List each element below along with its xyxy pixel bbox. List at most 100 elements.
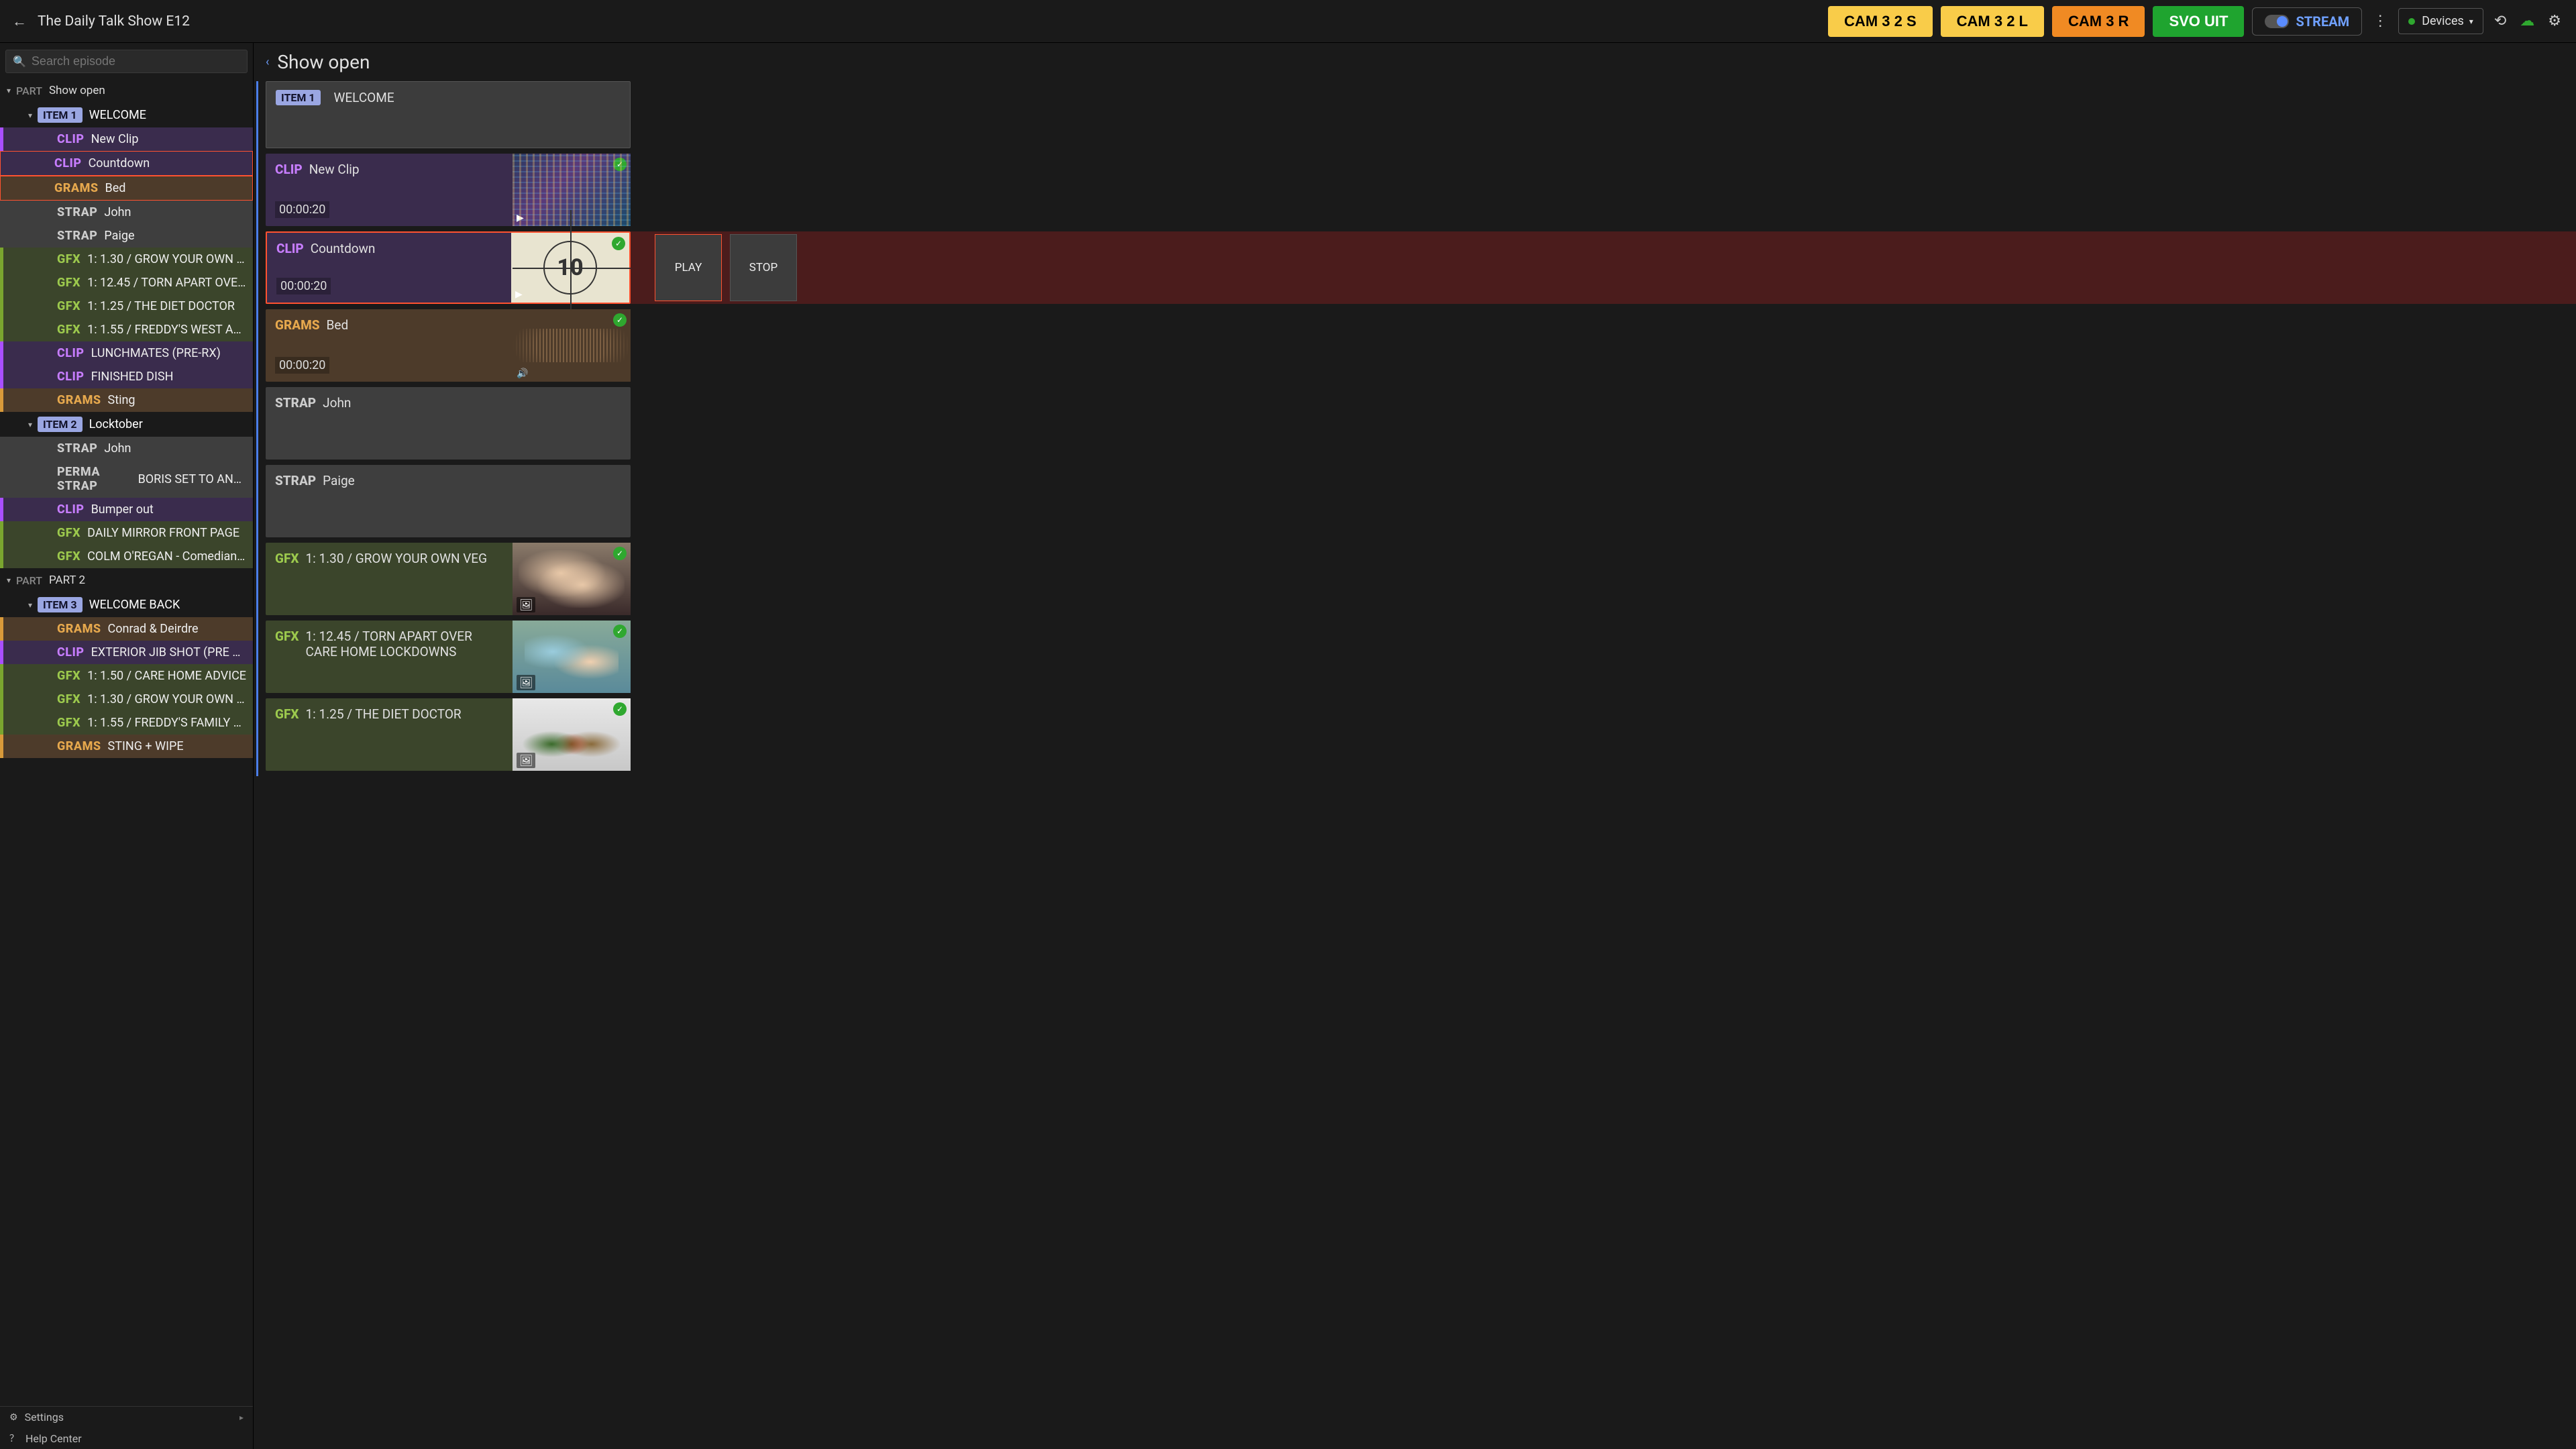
leaf-name: DAILY MIRROR FRONT PAGE xyxy=(87,526,239,540)
caret-down-icon[interactable]: ▾ xyxy=(28,420,32,429)
image-icon: 🖼 xyxy=(517,675,535,690)
cam-button-2[interactable]: CAM 3 2 L xyxy=(1941,6,2044,37)
rundown-card-gfx[interactable]: GFX1: 1.30 / GROW YOUR OWN VEG✓🖼 xyxy=(266,543,631,615)
leaf-type: CLIP xyxy=(54,156,82,170)
card-title: Countdown xyxy=(311,241,376,256)
toggle-switch-icon[interactable] xyxy=(2265,15,2289,28)
panel-header: ‹ Show open xyxy=(254,43,2576,81)
play-button[interactable]: PLAY xyxy=(655,234,722,301)
leaf-name: STING + WIPE xyxy=(108,739,184,753)
rundown-card-gfx[interactable]: GFX1: 1.25 / THE DIET DOCTOR✓🖼 xyxy=(266,698,631,771)
leaf-clip[interactable]: CLIPFINISHED DISH xyxy=(0,365,253,388)
sound-icon[interactable]: 🔊 xyxy=(517,368,528,379)
leaf-strap[interactable]: STRAP John xyxy=(0,437,253,460)
leaf-name: 1: 12.45 / TORN APART OVER CARE… xyxy=(87,276,248,290)
leaf-name: Countdown xyxy=(89,156,150,170)
part-row[interactable]: ▾PARTShow open xyxy=(0,78,253,103)
item-badge: ITEM 3 xyxy=(38,597,83,612)
rundown-card-strap[interactable]: STRAPJohn xyxy=(266,387,631,460)
leaf-perma-strap[interactable]: PERMA STRAPBORIS SET TO ANNOU… xyxy=(0,460,253,498)
item-name: WELCOME xyxy=(89,108,146,122)
rundown-cards: ITEM 1WELCOMECLIPNew Clip00:00:20✓▶CLIPC… xyxy=(254,81,2576,776)
leaf-grams[interactable]: GRAMSBed xyxy=(0,176,253,201)
rundown-card-strap[interactable]: STRAP Paige xyxy=(266,465,631,537)
item-row[interactable]: ▾ITEM 3WELCOME BACK xyxy=(0,592,253,617)
leaf-grams[interactable]: GRAMSSting xyxy=(0,388,253,412)
settings-link[interactable]: ⚙ Settings ▸ xyxy=(0,1407,253,1428)
image-icon: 🖼 xyxy=(517,753,535,768)
card-row: STRAPJohn xyxy=(266,387,2576,460)
search-input[interactable] xyxy=(32,54,240,68)
stop-button[interactable]: STOP xyxy=(730,234,797,301)
stream-toggle[interactable]: STREAM xyxy=(2252,7,2362,36)
back-arrow-icon[interactable]: ← xyxy=(8,9,31,34)
leaf-name: John xyxy=(104,205,131,219)
caret-down-icon[interactable]: ▾ xyxy=(7,86,11,95)
caret-down-icon[interactable]: ▾ xyxy=(7,576,11,585)
leaf-clip[interactable]: CLIPBumper out xyxy=(0,498,253,521)
leaf-gfx[interactable]: GFX1: 1.55 / FREDDY'S FAMILY STEW xyxy=(0,711,253,735)
rundown-card-clip[interactable]: CLIPNew Clip00:00:20✓▶ xyxy=(266,154,631,226)
item-row[interactable]: ▾ITEM 2Locktober xyxy=(0,412,253,437)
collapse-chevron-icon[interactable]: ‹ xyxy=(266,55,269,69)
leaf-type: CLIP xyxy=(57,346,85,360)
leaf-strap[interactable]: STRAPJohn xyxy=(0,201,253,224)
leaf-type: GFX xyxy=(57,549,80,564)
leaf-strap[interactable]: STRAPPaige xyxy=(0,224,253,248)
help-label: Help Center xyxy=(25,1432,82,1445)
more-icon[interactable]: ⋮ xyxy=(2366,13,2394,30)
leaf-name: 1: 1.30 / GROW YOUR OWN VEG xyxy=(87,252,248,266)
leaf-clip[interactable]: CLIPLUNCHMATES (PRE-RX) xyxy=(0,341,253,365)
card-type: STRAP xyxy=(275,473,316,488)
cam-button-3[interactable]: CAM 3 R xyxy=(2052,6,2145,37)
cloud-icon[interactable]: ☁ xyxy=(2513,13,2541,30)
leaf-clip[interactable]: CLIP Countdown xyxy=(0,151,253,176)
rundown-card-gfx[interactable]: GFX1: 12.45 / TORN APART OVER CARE HOME … xyxy=(266,621,631,693)
leaf-gfx[interactable]: GFXDAILY MIRROR FRONT PAGE xyxy=(0,521,253,545)
leaf-clip[interactable]: CLIPEXTERIOR JIB SHOT (PRE REC) xyxy=(0,641,253,664)
leaf-gfx[interactable]: GFXCOLM O'REGAN - Comedian/actor xyxy=(0,545,253,568)
rundown-card-grams[interactable]: GRAMSBed00:00:20✓🔊 xyxy=(266,309,631,382)
play-icon[interactable]: ▶ xyxy=(517,213,524,223)
leaf-name: John xyxy=(104,441,131,455)
leaf-gfx[interactable]: GFX1: 1.55 / FREDDY'S WEST AFRICAN S… xyxy=(0,318,253,341)
thumbnail: ✓🖼 xyxy=(513,621,631,693)
caret-down-icon[interactable]: ▾ xyxy=(28,600,32,610)
leaf-type: CLIP xyxy=(57,502,85,517)
item-header-card[interactable]: ITEM 1WELCOME xyxy=(266,81,631,148)
caret-down-icon[interactable]: ▾ xyxy=(28,111,32,120)
leaf-gfx[interactable]: GFX1: 1.25 / THE DIET DOCTOR xyxy=(0,294,253,318)
leaf-type: GRAMS xyxy=(57,622,101,636)
leaf-gfx[interactable]: GFX1: 12.45 / TORN APART OVER CARE… xyxy=(0,271,253,294)
countdown-number: 10 xyxy=(543,241,597,294)
leaf-gfx[interactable]: GFX1: 1.50 / CARE HOME ADVICE xyxy=(0,664,253,688)
card-row: CLIPCountdown00:00:2010✓▶ PLAYSTOP xyxy=(266,231,2576,304)
part-row[interactable]: ▾PARTPART 2 xyxy=(0,568,253,592)
svo-button[interactable]: SVO UIT xyxy=(2153,6,2244,37)
refresh-icon[interactable]: ⟲ xyxy=(2487,13,2513,30)
card-title: Bed xyxy=(327,317,349,333)
cam-button-1[interactable]: CAM 3 2 S xyxy=(1828,6,1933,37)
card-row: STRAP Paige xyxy=(266,465,2576,537)
card-row: GFX1: 1.30 / GROW YOUR OWN VEG✓🖼 xyxy=(266,543,2576,615)
item-row[interactable]: ▾ITEM 1WELCOME xyxy=(0,103,253,127)
leaf-name: 1: 1.55 / FREDDY'S WEST AFRICAN S… xyxy=(87,323,248,337)
thumbnail: ✓🔊 xyxy=(513,309,631,382)
rundown-card-clip[interactable]: CLIPCountdown00:00:2010✓▶ xyxy=(266,231,631,304)
gear-icon[interactable]: ⚙ xyxy=(2541,13,2568,30)
leaf-type: STRAP xyxy=(57,441,97,455)
card-type: GFX xyxy=(275,706,299,722)
card-title: 1: 1.25 / THE DIET DOCTOR xyxy=(305,706,461,722)
leaf-gfx[interactable]: GFX1: 1.30 / GROW YOUR OWN VEG xyxy=(0,248,253,271)
leaf-name: EXTERIOR JIB SHOT (PRE REC) xyxy=(91,645,248,659)
help-link[interactable]: ？ Help Center xyxy=(0,1428,253,1449)
leaf-gfx[interactable]: GFX1: 1.30 / GROW YOUR OWN VEG xyxy=(0,688,253,711)
search-box[interactable]: 🔍 xyxy=(5,50,248,73)
leaf-clip[interactable]: CLIPNew Clip xyxy=(0,127,253,151)
leaf-grams[interactable]: GRAMSSTING + WIPE xyxy=(0,735,253,758)
leaf-grams[interactable]: GRAMSConrad & Deirdre xyxy=(0,617,253,641)
devices-dropdown[interactable]: Devices ▾ xyxy=(2398,8,2483,34)
card-title: Paige xyxy=(323,473,355,488)
leaf-type: PERMA STRAP xyxy=(57,465,131,493)
play-icon[interactable]: ▶ xyxy=(515,289,523,300)
